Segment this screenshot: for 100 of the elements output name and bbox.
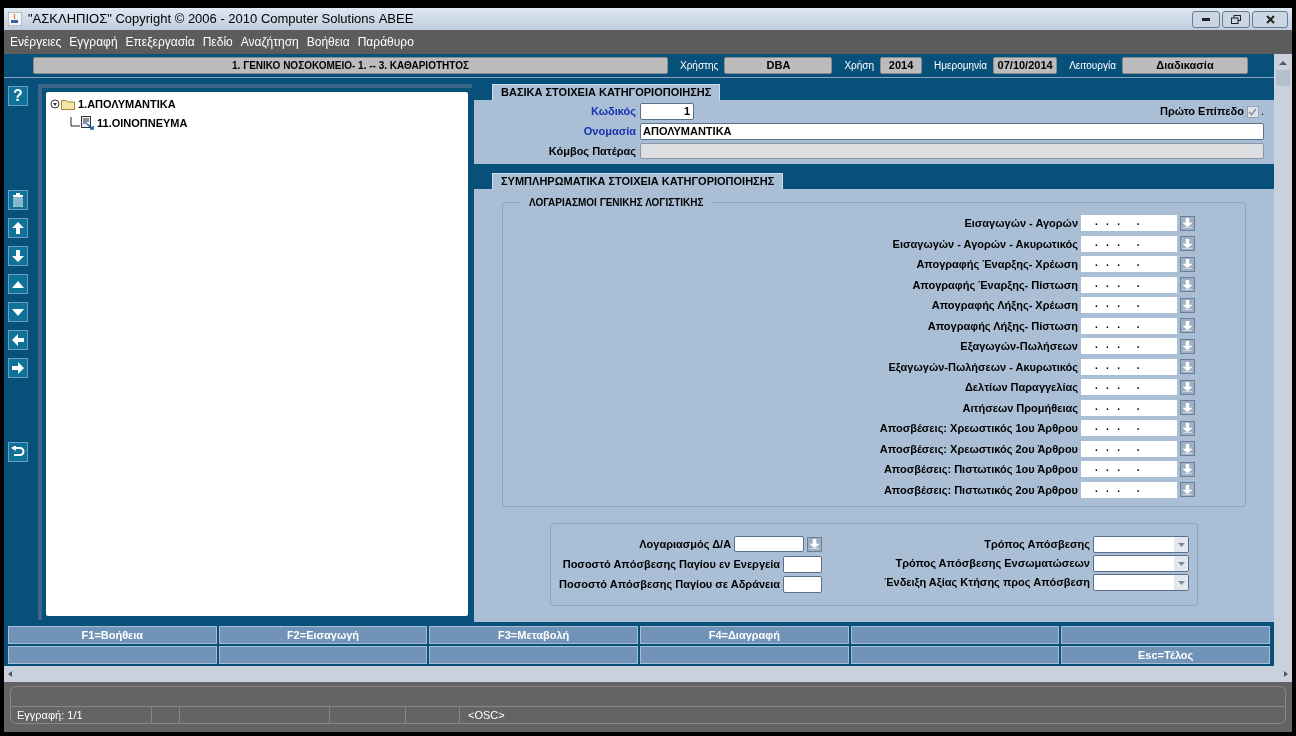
menu-item[interactable]: Επεξεργασία xyxy=(125,33,195,51)
caret-icon xyxy=(1177,561,1185,566)
close-button[interactable] xyxy=(1252,10,1288,28)
dropdown-field[interactable] xyxy=(1093,574,1189,591)
arrow-up-icon xyxy=(12,222,24,234)
field-label: Εξαγωγών-Πωλήσεων xyxy=(960,339,1078,354)
lookup-button[interactable] xyxy=(807,536,823,552)
arrow-down-icon xyxy=(1183,300,1192,311)
field-label: Απογραφής Έναρξης- Χρέωση xyxy=(916,257,1078,272)
field-label: Κόμβος Πατέρας xyxy=(547,144,637,159)
tree-item[interactable]: 11.ΟΙΝΟΠΝΕΥΜΑ xyxy=(97,114,188,131)
lookup-button[interactable] xyxy=(1180,400,1195,416)
header-field: Διαδικασία xyxy=(1122,57,1248,74)
header-label: Λειτουργία xyxy=(1069,59,1116,73)
previous-button[interactable] xyxy=(8,274,28,294)
lookup-button[interactable] xyxy=(1180,256,1195,272)
text-field[interactable] xyxy=(783,575,823,593)
close-icon xyxy=(1265,14,1275,24)
field-label: Ποσοστό Απόσβεσης Παγίου εν Ενεργεία xyxy=(562,556,781,572)
arrow-down-icon xyxy=(1183,279,1192,290)
window-title: "ΑΣΚΛΗΠΙΟΣ" Copyright © 2006 - 2010 Computer Solutions ΑΒΕΕ xyxy=(28,10,414,29)
lookup-button[interactable] xyxy=(1180,379,1195,395)
menu-item[interactable]: Βοήθεια xyxy=(306,33,350,51)
back-button[interactable] xyxy=(8,330,28,350)
checkmark-icon xyxy=(1248,107,1258,116)
account-field[interactable]: . . . . xyxy=(1081,317,1177,334)
lookup-button[interactable] xyxy=(1180,215,1195,231)
tree-item[interactable]: 1.ΑΠΟΛΥΜΑΝΤΙΚΑ xyxy=(78,96,176,113)
restore-icon xyxy=(1231,14,1241,24)
account-field[interactable]: . . . . xyxy=(1081,235,1177,252)
arrow-down-icon xyxy=(1183,341,1192,352)
menu-item[interactable]: Ενέργειες xyxy=(10,33,62,51)
lookup-button[interactable] xyxy=(1180,338,1195,354)
menu-item[interactable]: Εγγραφή xyxy=(69,33,118,51)
help-button[interactable]: ? xyxy=(8,86,28,106)
lookup-button[interactable] xyxy=(1180,318,1195,334)
last-button[interactable] xyxy=(8,246,28,266)
account-field[interactable]: . . . . xyxy=(1081,399,1177,416)
unit-field: 1. ΓΕΝΙΚΟ ΝΟΣΟΚΟΜΕΙΟ- 1. -- 3. ΚΑΘΑΡΙΟΤΗΤΟΣ xyxy=(33,57,668,74)
lookup-button[interactable] xyxy=(1180,236,1195,252)
account-field[interactable]: . . . . xyxy=(1081,276,1177,293)
arrow-down-icon xyxy=(1183,464,1192,475)
trash-icon xyxy=(12,193,24,207)
field-label: Απογραφής Λήξης- Χρέωση xyxy=(931,298,1078,313)
account-field[interactable]: . . . . xyxy=(1081,379,1177,396)
status-record: Εγγραφή: 1/1 xyxy=(16,707,84,723)
lookup-button[interactable] xyxy=(1180,441,1195,457)
code-field[interactable]: 1 xyxy=(640,103,694,120)
tree-connector xyxy=(70,116,80,129)
field-label: Εισαγωγών - Αγορών - Ακυρωτικός xyxy=(892,236,1078,252)
next-button[interactable] xyxy=(8,302,28,322)
arrow-right-icon xyxy=(12,362,24,374)
header-field: 2014 xyxy=(880,57,923,74)
account-field[interactable]: . . . . xyxy=(1081,215,1177,232)
arrow-down-icon xyxy=(1183,361,1192,372)
first-button[interactable] xyxy=(8,218,28,238)
field-label: Δελτίων Παραγγελίας xyxy=(964,380,1078,395)
account-field[interactable]: . . . . xyxy=(1081,481,1177,498)
text-field[interactable] xyxy=(734,536,805,553)
minimize-button[interactable] xyxy=(1192,10,1220,28)
lookup-button[interactable] xyxy=(1180,277,1195,293)
delete-button[interactable] xyxy=(8,190,28,210)
caret-icon xyxy=(1177,542,1185,547)
restore-button[interactable] xyxy=(1222,10,1250,28)
account-field[interactable]: . . . . xyxy=(1081,358,1177,375)
lookup-button[interactable] xyxy=(1180,420,1195,436)
lookup-button[interactable] xyxy=(1180,482,1195,498)
forward-button[interactable] xyxy=(8,358,28,378)
lookup-button[interactable] xyxy=(1180,359,1195,375)
vertical-scrollbar[interactable] xyxy=(1274,54,1292,666)
arrow-down-icon xyxy=(1183,423,1192,434)
account-field[interactable]: . . . . xyxy=(1081,338,1177,355)
menu-item[interactable]: Αναζήτηση xyxy=(240,33,299,51)
menu-item[interactable]: Παράθυρο xyxy=(357,33,414,51)
menu-item[interactable]: Πεδίο xyxy=(202,33,233,51)
arrow-down-icon xyxy=(1183,238,1192,249)
dropdown-field[interactable] xyxy=(1093,555,1189,572)
undo-button[interactable] xyxy=(8,442,28,462)
text-field[interactable] xyxy=(783,555,823,573)
collapse-icon[interactable] xyxy=(50,99,60,110)
scroll-up-icon xyxy=(1278,58,1288,68)
account-field[interactable]: . . . . xyxy=(1081,420,1177,437)
header-field: DBA xyxy=(724,57,833,74)
account-field[interactable]: . . . . xyxy=(1081,297,1177,314)
dropdown-field[interactable] xyxy=(1093,536,1189,553)
field-label: Εισαγωγών - Αγορών xyxy=(964,216,1078,231)
field-label: Εξαγωγών-Πωλήσεων - Ακυρωτικός xyxy=(888,359,1078,375)
account-field[interactable]: . . . . xyxy=(1081,461,1177,478)
scroll-left-icon xyxy=(6,670,14,678)
minimize-icon xyxy=(1202,17,1210,21)
field-label: Λογαριασμός Δ/Α xyxy=(639,537,732,552)
account-field[interactable]: . . . . xyxy=(1081,256,1177,273)
lookup-button[interactable] xyxy=(1180,297,1195,313)
account-field[interactable]: . . . . xyxy=(1081,440,1177,457)
lookup-button[interactable] xyxy=(1180,461,1195,477)
horizontal-scrollbar[interactable] xyxy=(4,666,1292,682)
folder-icon xyxy=(61,98,75,111)
field-label: Τρόπος Απόσβεσης xyxy=(984,537,1090,553)
arrow-down-icon xyxy=(1183,402,1192,413)
name-field[interactable]: ΑΠΟΛΥΜΑΝΤΙΚΑ xyxy=(640,123,1264,140)
